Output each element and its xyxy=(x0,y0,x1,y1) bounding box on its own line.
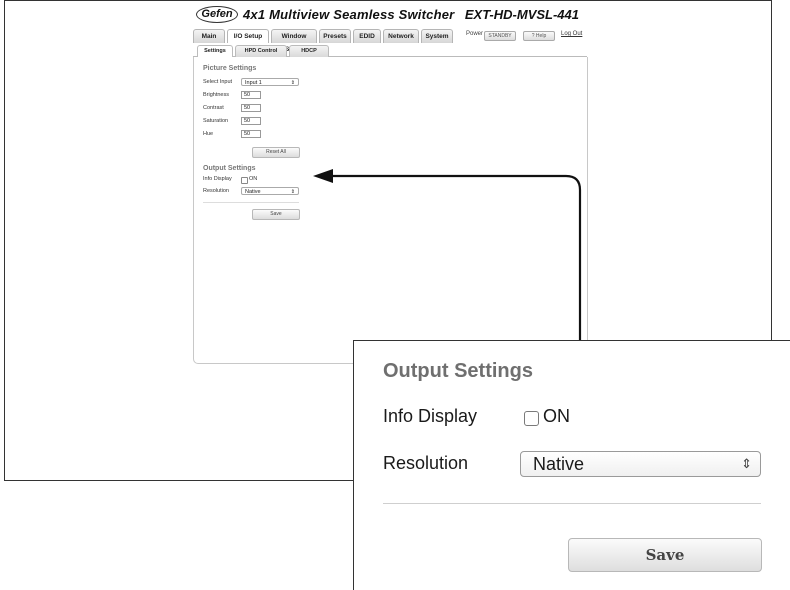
info-display-on-label: ON xyxy=(543,406,570,426)
arrowhead-icon xyxy=(313,169,333,183)
resolution-value: Native xyxy=(533,454,585,474)
info-display-checkbox[interactable] xyxy=(524,411,539,426)
zoomed-output-settings: Output Settings Info Display ON Resoluti… xyxy=(353,340,790,590)
resolution-label: Resolution xyxy=(383,453,469,473)
divider xyxy=(383,503,761,504)
save-button[interactable]: Save xyxy=(568,538,762,572)
info-display-label: Info Display xyxy=(383,406,478,426)
resolution-dropdown[interactable]: Native ⇕ xyxy=(520,451,761,477)
callout-arrow-line xyxy=(330,174,582,340)
select-arrows-icon: ⇕ xyxy=(741,456,752,471)
output-settings-title: Output Settings xyxy=(383,360,533,382)
